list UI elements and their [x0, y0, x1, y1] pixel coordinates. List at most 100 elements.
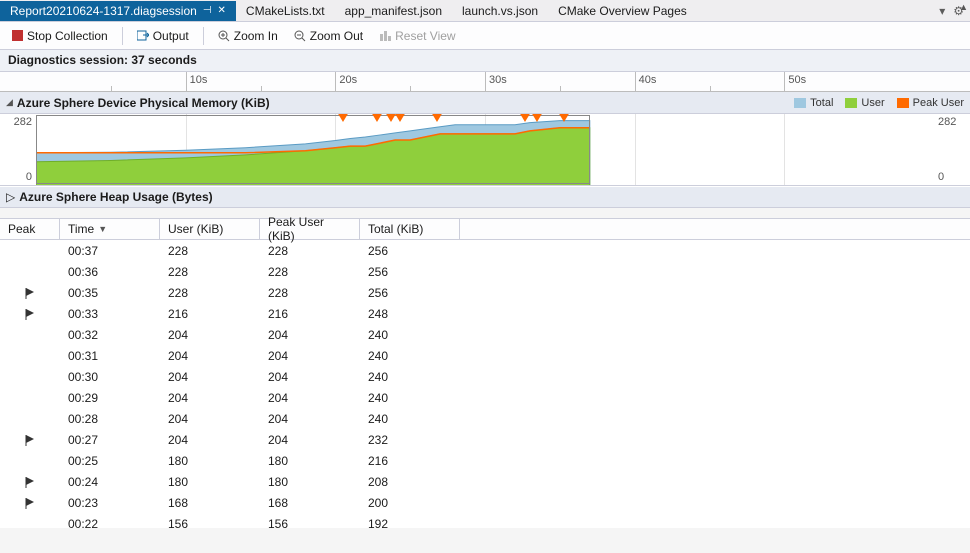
snapshot-marker-icon[interactable]	[531, 114, 543, 122]
snapshot-marker-icon[interactable]	[431, 114, 443, 122]
button-label: Zoom Out	[310, 29, 363, 43]
peak-user-cell: 204	[260, 349, 360, 363]
tab-cmake-overview[interactable]: CMake Overview Pages	[548, 1, 697, 21]
user-cell: 228	[160, 244, 260, 258]
tab-launch-vs[interactable]: launch.vs.json	[452, 1, 548, 21]
sort-descending-icon: ▼	[98, 224, 107, 234]
column-header-time[interactable]: Time ▼	[60, 219, 160, 239]
section-header-physical-memory[interactable]: ◢ Azure Sphere Device Physical Memory (K…	[0, 92, 970, 114]
y-max-label: 282	[14, 116, 32, 128]
panel-gap	[0, 208, 970, 218]
table-row[interactable]: 00:28204204240	[0, 408, 970, 429]
user-cell: 168	[160, 496, 260, 510]
tab-active-diagsession[interactable]: Report20210624-1317.diagsession ⊣ ✕	[0, 1, 236, 21]
legend-swatch-user	[845, 98, 857, 108]
user-cell: 204	[160, 412, 260, 426]
time-cell: 00:33	[60, 307, 160, 321]
flag-icon	[24, 308, 36, 320]
user-cell: 180	[160, 454, 260, 468]
button-label: Stop Collection	[27, 29, 108, 43]
table-row[interactable]: 00:32204204240	[0, 324, 970, 345]
column-header-peak[interactable]: Peak	[0, 219, 60, 239]
column-header-peak-user[interactable]: Peak User (KiB)	[260, 219, 360, 239]
tab-cmakelists[interactable]: CMakeLists.txt	[236, 1, 335, 21]
tab-label: Report20210624-1317.diagsession	[10, 4, 197, 18]
chart-plot-area[interactable]	[36, 114, 934, 185]
table-header-row: Peak Time ▼ User (KiB) Peak User (KiB) T…	[0, 218, 970, 240]
table-row[interactable]: 00:25180180216	[0, 450, 970, 471]
session-duration-label: Diagnostics session: 37 seconds	[0, 50, 970, 72]
y-max-label: 282	[938, 116, 956, 128]
diagnostics-toolbar: Stop Collection Output Zoom In Zoom Out …	[0, 22, 970, 50]
flag-icon	[24, 497, 36, 509]
legend-label: Peak User	[913, 97, 964, 109]
toolbar-separator	[203, 27, 204, 45]
physical-memory-chart[interactable]: 282 0 282 0	[0, 114, 970, 186]
peak-user-cell: 204	[260, 433, 360, 447]
pin-icon[interactable]: ⊣	[203, 5, 212, 16]
button-label: Reset View	[395, 29, 455, 43]
zoom-out-button[interactable]: Zoom Out	[288, 27, 369, 45]
output-button[interactable]: Output	[131, 27, 195, 45]
tab-label: launch.vs.json	[462, 4, 538, 18]
user-cell: 180	[160, 475, 260, 489]
close-icon[interactable]: ✕	[218, 5, 226, 16]
user-cell: 204	[160, 349, 260, 363]
time-cell: 00:35	[60, 286, 160, 300]
legend-swatch-total	[794, 98, 806, 108]
table-row[interactable]: 00:22156156192	[0, 513, 970, 528]
tab-label: app_manifest.json	[345, 4, 442, 18]
table-body[interactable]: ▲ 00:3722822825600:3622822825600:3522822…	[0, 240, 970, 528]
total-cell: 240	[360, 349, 460, 363]
time-cell: 00:30	[60, 370, 160, 384]
tab-overflow-icon[interactable]: ▾	[939, 4, 945, 18]
tab-app-manifest[interactable]: app_manifest.json	[335, 1, 452, 21]
button-label: Zoom In	[234, 29, 278, 43]
output-icon	[137, 30, 149, 41]
time-cell: 00:29	[60, 391, 160, 405]
column-header-user[interactable]: User (KiB)	[160, 219, 260, 239]
total-cell: 240	[360, 412, 460, 426]
snapshot-marker-icon[interactable]	[371, 114, 383, 122]
time-cell: 00:36	[60, 265, 160, 279]
tab-label: CMakeLists.txt	[246, 4, 325, 18]
table-row[interactable]: 00:33216216248	[0, 303, 970, 324]
time-cell: 00:32	[60, 328, 160, 342]
column-label: Time	[68, 222, 94, 236]
button-label: Output	[153, 29, 189, 43]
total-cell: 256	[360, 286, 460, 300]
reset-view-button: Reset View	[373, 27, 461, 45]
peak-user-cell: 204	[260, 391, 360, 405]
zoom-in-icon	[218, 30, 230, 42]
flag-icon	[24, 434, 36, 446]
total-cell: 248	[360, 307, 460, 321]
table-row[interactable]: 00:37228228256	[0, 240, 970, 261]
snapshot-marker-icon[interactable]	[519, 114, 531, 122]
toolbar-separator	[122, 27, 123, 45]
table-row[interactable]: 00:27204204232	[0, 429, 970, 450]
column-header-total[interactable]: Total (KiB)	[360, 219, 460, 239]
snapshot-marker-icon[interactable]	[394, 114, 406, 122]
total-cell: 240	[360, 328, 460, 342]
timeline-ruler[interactable]: 10s20s30s40s50s	[0, 72, 970, 92]
table-row[interactable]: 00:36228228256	[0, 261, 970, 282]
user-cell: 204	[160, 391, 260, 405]
table-row[interactable]: 00:24180180208	[0, 471, 970, 492]
chart-legend: Total User Peak User	[794, 97, 964, 109]
table-row[interactable]: 00:23168168200	[0, 492, 970, 513]
total-cell: 216	[360, 454, 460, 468]
table-row[interactable]: 00:30204204240	[0, 366, 970, 387]
peak-user-cell: 168	[260, 496, 360, 510]
user-cell: 204	[160, 433, 260, 447]
table-row[interactable]: 00:31204204240	[0, 345, 970, 366]
table-row[interactable]: 00:29204204240	[0, 387, 970, 408]
zoom-out-icon	[294, 30, 306, 42]
zoom-in-button[interactable]: Zoom In	[212, 27, 284, 45]
table-row[interactable]: 00:35228228256	[0, 282, 970, 303]
section-header-heap-usage[interactable]: ▷ Azure Sphere Heap Usage (Bytes)	[0, 186, 970, 208]
snapshot-marker-icon[interactable]	[337, 114, 349, 122]
expand-arrow-icon: ▷	[6, 190, 15, 204]
snapshot-marker-icon[interactable]	[558, 114, 570, 122]
time-cell: 00:28	[60, 412, 160, 426]
stop-collection-button[interactable]: Stop Collection	[6, 27, 114, 45]
